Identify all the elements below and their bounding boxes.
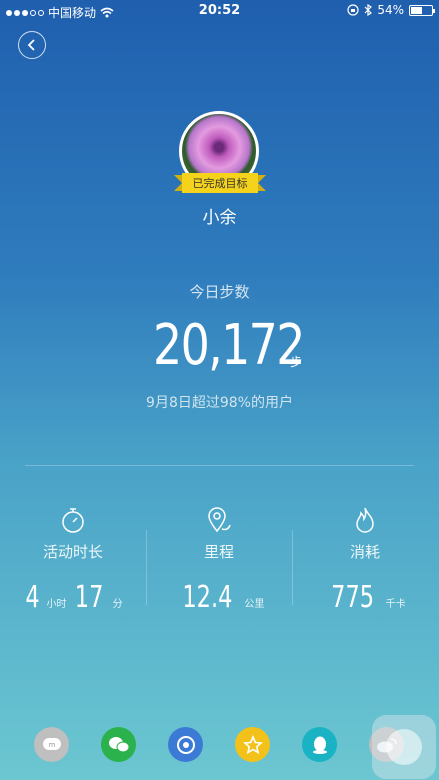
orientation-lock-icon [347, 4, 359, 16]
calories-stat: 消耗 775 千卡 [292, 505, 438, 615]
mi-talk-share-button[interactable]: m [34, 727, 69, 762]
distance-label: 里程 [203, 543, 234, 561]
stopwatch-icon [62, 508, 84, 533]
activity-duration-stat: 活动时长 4 小时 17 分 [0, 505, 146, 615]
steps-unit: 步 [290, 355, 303, 369]
calories-label: 消耗 [349, 543, 380, 561]
favorites-share-button[interactable] [235, 727, 270, 762]
moments-icon [176, 735, 195, 754]
hours-unit: 小时 [46, 599, 67, 610]
steps-value: 20,172 [153, 313, 305, 378]
steps-label: 今日步数 [189, 283, 250, 301]
bluetooth-icon [364, 4, 373, 16]
calories-value: 775 [331, 580, 375, 615]
battery-percentage: 54% [377, 3, 404, 17]
wechat-icon [108, 736, 129, 752]
rank-text: 9月8日超过98%的用户 [146, 395, 293, 411]
svg-text:m: m [48, 741, 55, 749]
flame-icon [356, 507, 374, 533]
chevron-left-icon [27, 39, 35, 51]
divider [25, 465, 414, 466]
user-name: 小余 [202, 208, 237, 228]
star-icon [242, 734, 263, 754]
back-button[interactable] [18, 31, 46, 59]
mi-talk-icon: m [42, 737, 61, 750]
location-pin-icon [208, 507, 231, 533]
distance-stat: 里程 12.4 公里 [146, 505, 292, 615]
distance-value: 12.4 [181, 580, 233, 615]
wechat-share-button[interactable] [101, 727, 136, 762]
calories-unit: 千卡 [385, 599, 406, 610]
battery-icon [409, 4, 435, 16]
qq-share-button[interactable] [302, 727, 337, 762]
activity-label: 活动时长 [42, 543, 103, 561]
activity-minutes: 17 [75, 580, 104, 615]
qq-penguin-icon [312, 736, 327, 754]
activity-hours: 4 [25, 580, 41, 615]
floating-assistive-button[interactable] [372, 715, 436, 779]
status-bar: 中国移动 20:52 54% [0, 0, 439, 24]
goal-badge: 已完成目标 [174, 173, 266, 193]
distance-unit: 公里 [244, 599, 265, 610]
moments-share-button[interactable] [168, 727, 203, 762]
minutes-unit: 分 [112, 599, 123, 610]
